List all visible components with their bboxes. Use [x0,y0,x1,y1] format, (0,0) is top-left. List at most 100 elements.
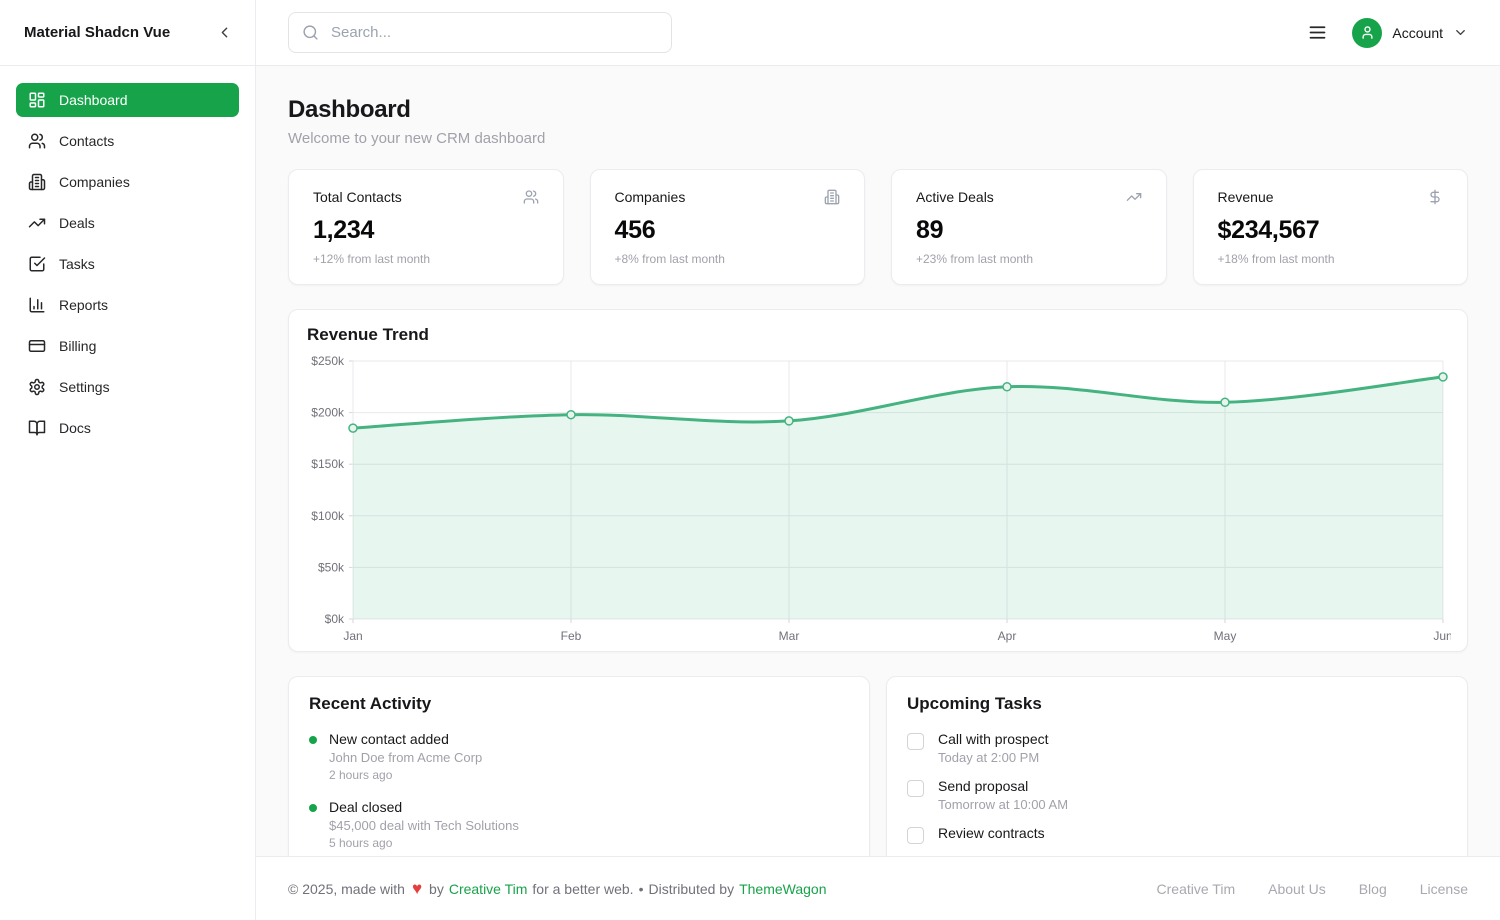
dollar-icon [1427,189,1443,205]
book-open-icon [28,419,46,437]
heart-icon: ♥ [412,880,422,897]
revenue-trend-chart: $0k$50k$100k$150k$200k$250kJanFebMarAprM… [305,353,1451,645]
task-item: Review contracts [907,825,1447,844]
stat-change: +8% from last month [615,252,841,266]
activity-description: $45,000 deal with Tech Solutions [329,818,519,833]
svg-text:Apr: Apr [998,629,1017,643]
footer-link-creative-tim[interactable]: Creative Tim [1157,881,1236,897]
by-text: by [429,881,444,897]
dashboard-content: Dashboard Welcome to your new CRM dashbo… [256,66,1500,856]
sidebar-item-deals[interactable]: Deals [16,206,239,240]
sidebar-item-label: Reports [59,297,108,314]
svg-text:$50k: $50k [318,560,345,574]
bar-chart-icon [28,296,46,314]
topbar: Account [256,0,1500,66]
stat-change: +18% from last month [1218,252,1444,266]
sidebar-item-contacts[interactable]: Contacts [16,124,239,158]
stat-label: Total Contacts [313,189,402,205]
trending-up-icon [28,214,46,232]
sidebar: Material Shadcn Vue Dashboard Contacts C… [0,0,256,920]
sidebar-item-docs[interactable]: Docs [16,411,239,445]
stat-value: 456 [615,216,841,245]
task-time: Today at 2:00 PM [938,750,1049,765]
svg-text:May: May [1214,629,1237,643]
account-menu-button[interactable]: Account [1352,18,1468,48]
upcoming-tasks-title: Upcoming Tasks [907,694,1447,714]
stat-label: Companies [615,189,686,205]
svg-text:$0k: $0k [325,612,345,626]
sidebar-item-label: Tasks [59,256,95,273]
stat-label: Active Deals [916,189,994,205]
sidebar-item-label: Dashboard [59,92,128,109]
account-label: Account [1392,25,1443,41]
user-icon [1360,25,1375,40]
footer-link-about-us[interactable]: About Us [1268,881,1326,897]
stat-label: Revenue [1218,189,1274,205]
users-icon [523,189,539,205]
recent-activity-title: Recent Activity [309,694,849,714]
sidebar-nav: Dashboard Contacts Companies Deals Tasks [0,66,255,462]
stat-card-companies: Companies 456 +8% from last month [590,169,866,285]
main-area: Account Dashboard Welcome to your new CR… [256,0,1500,920]
sidebar-item-reports[interactable]: Reports [16,288,239,322]
footer-link-blog[interactable]: Blog [1359,881,1387,897]
separator-dot: • [639,881,644,897]
trending-up-icon [1126,189,1142,205]
task-checkbox[interactable] [907,733,924,750]
activity-dot-icon [309,736,317,744]
sidebar-header: Material Shadcn Vue [0,0,255,66]
stat-card-total-contacts: Total Contacts 1,234 +12% from last mont… [288,169,564,285]
app-title: Material Shadcn Vue [24,24,170,41]
activity-time: 5 hours ago [329,836,519,850]
sidebar-item-settings[interactable]: Settings [16,370,239,404]
footer: © 2025, made with ♥ by Creative Tim for … [256,856,1500,920]
task-checkbox[interactable] [907,827,924,844]
stat-value: 1,234 [313,216,539,245]
revenue-trend-card: Revenue Trend $0k$50k$100k$150k$200k$250… [288,309,1468,652]
task-title: Send proposal [938,778,1068,794]
themewagon-link[interactable]: ThemeWagon [739,881,826,897]
search-input[interactable] [329,23,658,42]
svg-text:Jun: Jun [1433,629,1451,643]
sidebar-item-billing[interactable]: Billing [16,329,239,363]
sidebar-item-label: Contacts [59,133,114,150]
svg-text:Jan: Jan [343,629,362,643]
sidebar-item-label: Docs [59,420,91,437]
users-icon [28,132,46,150]
sidebar-item-dashboard[interactable]: Dashboard [16,83,239,117]
search-icon [302,24,319,41]
task-item: Send proposal Tomorrow at 10:00 AM [907,778,1447,812]
activity-dot-icon [309,804,317,812]
sidebar-collapse-button[interactable] [212,20,237,45]
activity-title: New contact added [329,731,482,747]
sidebar-item-label: Billing [59,338,96,355]
sidebar-item-label: Settings [59,379,110,396]
distributed-text: Distributed by [648,881,734,897]
building-icon [28,173,46,191]
task-title: Call with prospect [938,731,1049,747]
task-checkbox[interactable] [907,780,924,797]
task-item: Call with prospect Today at 2:00 PM [907,731,1447,765]
svg-text:$150k: $150k [311,457,345,471]
menu-button[interactable] [1305,20,1330,45]
sidebar-item-tasks[interactable]: Tasks [16,247,239,281]
chart-title: Revenue Trend [307,325,1451,345]
svg-text:$100k: $100k [311,509,345,523]
chevron-left-icon [216,24,233,41]
stat-value: 89 [916,216,1142,245]
dashboard-icon [28,91,46,109]
creative-tim-link[interactable]: Creative Tim [449,881,528,897]
sidebar-item-companies[interactable]: Companies [16,165,239,199]
stat-change: +23% from last month [916,252,1142,266]
footer-nav: Creative Tim About Us Blog License [1157,881,1468,897]
avatar [1352,18,1382,48]
stat-value: $234,567 [1218,216,1444,245]
stats-grid: Total Contacts 1,234 +12% from last mont… [288,169,1468,285]
page-subtitle: Welcome to your new CRM dashboard [288,130,1468,147]
hamburger-menu-icon [1307,22,1328,43]
search-box [288,12,672,53]
chevron-down-icon [1453,25,1468,40]
activity-time: 2 hours ago [329,768,482,782]
svg-text:Mar: Mar [779,629,800,643]
footer-link-license[interactable]: License [1420,881,1468,897]
